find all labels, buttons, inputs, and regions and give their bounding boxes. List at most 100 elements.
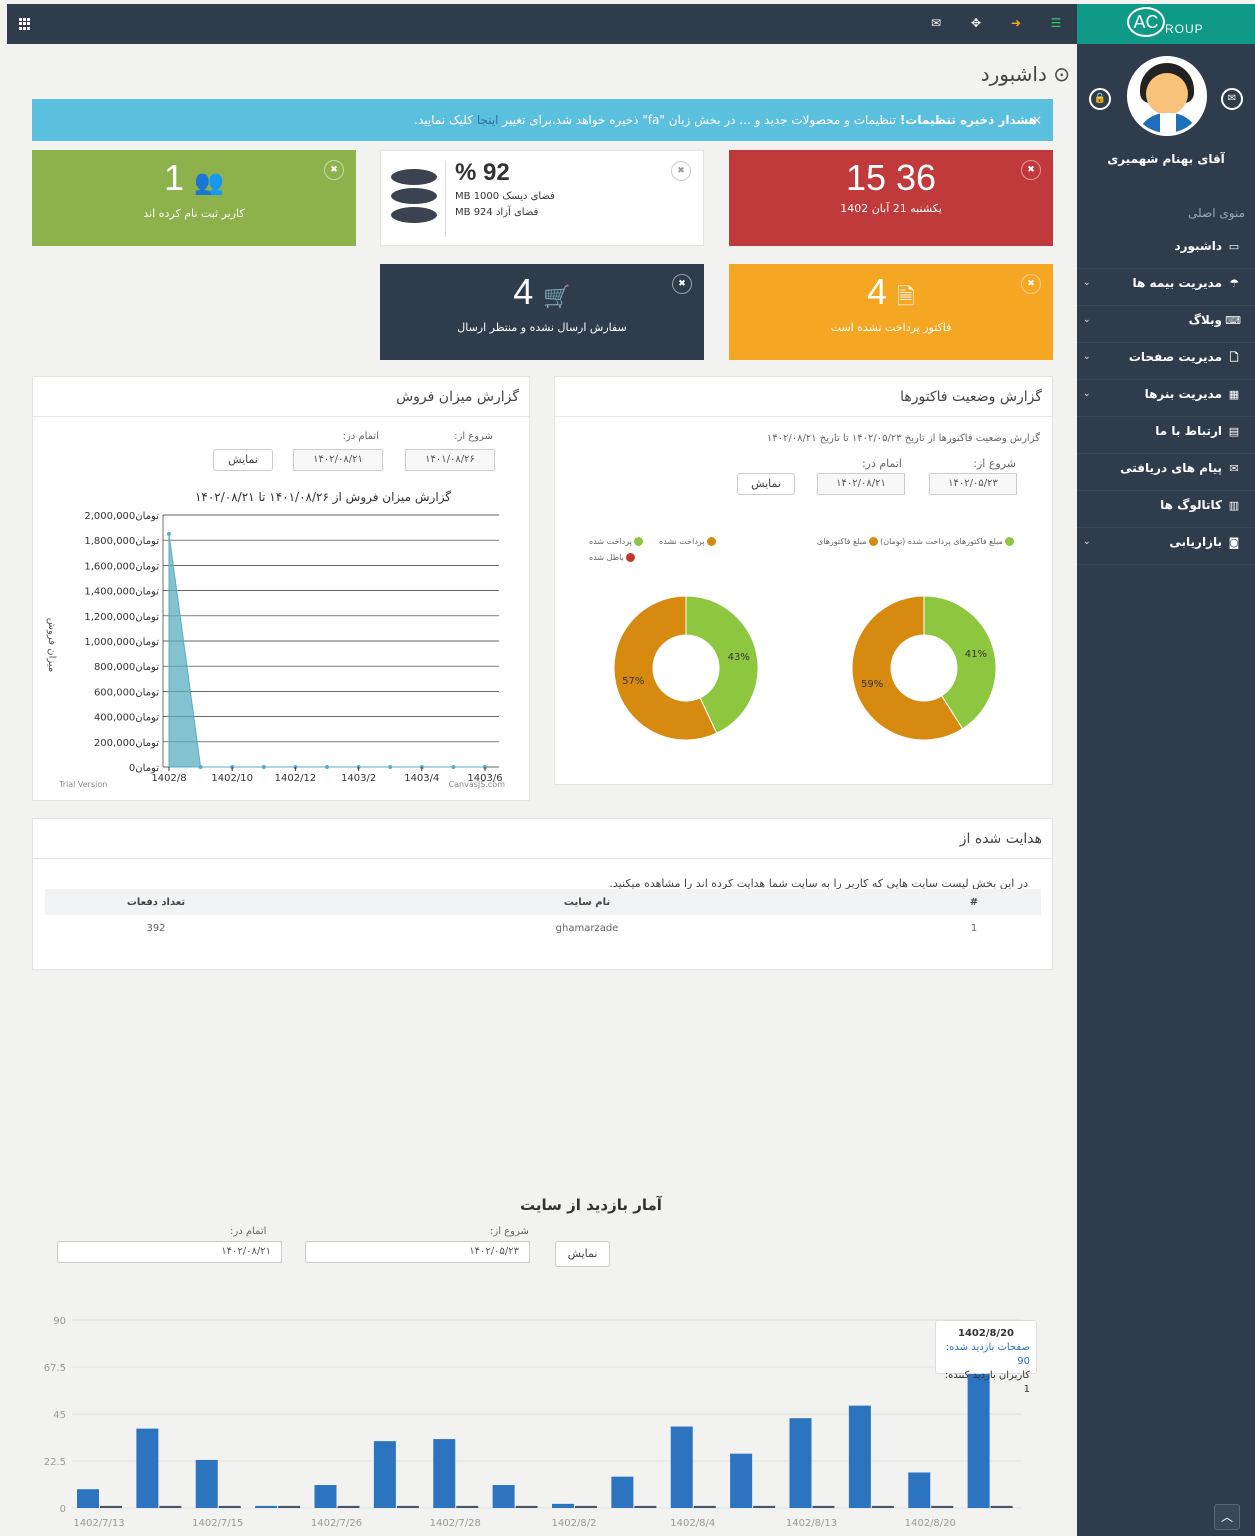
- table-cell: ghamarzade: [555, 922, 619, 934]
- data-point[interactable]: [261, 765, 266, 769]
- to-label: اتمام در:: [861, 457, 902, 470]
- y-tick-label: تومان600,000: [94, 687, 159, 698]
- bar[interactable]: [611, 1476, 634, 1508]
- bar[interactable]: [195, 1459, 218, 1508]
- data-point[interactable]: [198, 765, 203, 769]
- bar[interactable]: [396, 1505, 419, 1508]
- bar[interactable]: [693, 1505, 716, 1508]
- chart-title: گزارش میزان فروش از ۱۴۰۱/۰۸/۲۶ تا ۱۴۰۲/۰…: [195, 490, 451, 505]
- top-icon-group: ✉ ✥ ➜ ☰: [929, 16, 1063, 30]
- sidebar-item-contact[interactable]: ▤ ارتباط با ما: [1077, 417, 1255, 454]
- column-header: نام سایت: [267, 889, 907, 915]
- brand-logo[interactable]: AC ROUP: [1077, 4, 1255, 44]
- bar[interactable]: [634, 1505, 657, 1508]
- sidebar-item-marketing[interactable]: ◙ بازاریابی ⌄: [1077, 528, 1255, 565]
- to-label: اتمام در:: [230, 1226, 267, 1237]
- to-date-input[interactable]: ۱۴۰۲/۰۸/۲۱: [817, 473, 905, 495]
- y-tick-label: تومان1,800,000: [84, 536, 159, 547]
- slice-label: 59%: [861, 679, 883, 690]
- crosshair-icon[interactable]: ✥: [969, 16, 983, 30]
- close-icon[interactable]: ✖: [672, 274, 692, 294]
- data-point[interactable]: [388, 765, 393, 769]
- list-icon[interactable]: ☰: [1049, 16, 1063, 30]
- tile-date: یکشنبه 21 آبان 1402: [840, 202, 942, 215]
- invoices-tile: ✖ 4 🗎 فاکتور پرداخت نشده است: [729, 264, 1053, 360]
- page-title: ⊙ داشبورد: [981, 62, 1070, 86]
- close-icon[interactable]: ×: [1032, 99, 1042, 141]
- invoices-label: فاکتور پرداخت نشده است: [830, 321, 952, 334]
- apps-grid-icon[interactable]: [19, 18, 31, 30]
- bar[interactable]: [670, 1426, 693, 1508]
- bar[interactable]: [848, 1405, 871, 1508]
- sidebar-item-insurance[interactable]: ☂ مدیریت بیمه ها ⌄: [1077, 269, 1255, 306]
- bar[interactable]: [730, 1453, 753, 1508]
- scroll-top-button[interactable]: ︿: [1214, 1504, 1240, 1530]
- bar[interactable]: [314, 1485, 337, 1508]
- alert-tail: کلیک نمایید.: [414, 113, 477, 127]
- bar[interactable]: [871, 1505, 894, 1508]
- bar[interactable]: [515, 1505, 538, 1508]
- to-date-input[interactable]: ۱۴۰۲/۰۸/۲۱: [57, 1241, 282, 1263]
- show-button[interactable]: نمایش: [213, 449, 273, 471]
- legend-left: پرداخت نشده: [659, 537, 716, 546]
- bar[interactable]: [278, 1505, 301, 1508]
- bar[interactable]: [931, 1505, 954, 1508]
- alert-link[interactable]: اینجا: [477, 113, 499, 127]
- show-button[interactable]: نمایش: [555, 1241, 610, 1267]
- x-tick-label: 1402/7/26: [311, 1518, 362, 1529]
- bar[interactable]: [136, 1428, 159, 1508]
- envelope-icon[interactable]: ✉: [929, 16, 943, 30]
- lock-icon[interactable]: 🔒: [1089, 88, 1111, 110]
- close-icon[interactable]: ✖: [671, 161, 691, 181]
- bar[interactable]: [373, 1441, 396, 1508]
- logout-icon[interactable]: ➜: [1009, 16, 1023, 30]
- legend-left: باطل شده: [589, 553, 635, 562]
- close-icon[interactable]: ✖: [324, 160, 344, 180]
- sidebar-item-messages[interactable]: ✉ پیام های دریافتی: [1077, 454, 1255, 491]
- bar[interactable]: [753, 1505, 776, 1508]
- data-point[interactable]: [325, 765, 329, 769]
- canvasjs-credit[interactable]: CanvasJS.com: [449, 780, 506, 789]
- bar[interactable]: [255, 1505, 278, 1508]
- sales-panel: گزارش میزان فروش شروع از: اتمام در: ۱۴۰۱…: [32, 376, 530, 801]
- close-icon[interactable]: ✖: [1021, 274, 1041, 294]
- bar[interactable]: [337, 1505, 360, 1508]
- from-date-input[interactable]: ۱۴۰۱/۰۸/۲۶: [405, 449, 495, 471]
- close-icon[interactable]: ✖: [1021, 160, 1041, 180]
- data-point[interactable]: [167, 531, 171, 536]
- sidebar-item-blog[interactable]: ⌨وبلاگ ⌄: [1077, 306, 1255, 343]
- sidebar-item-dashboard[interactable]: ▭ داشبورد: [1077, 232, 1255, 269]
- bar[interactable]: [552, 1503, 574, 1508]
- from-date-input[interactable]: ۱۴۰۲/۰۵/۲۳: [929, 473, 1017, 495]
- to-date-input[interactable]: ۱۴۰۲/۰۸/۲۱: [293, 449, 383, 471]
- bar[interactable]: [789, 1418, 812, 1508]
- bar[interactable]: [77, 1489, 99, 1508]
- table-row: 392 ghamarzade 1: [45, 915, 1041, 941]
- alert-banner: هشدار ذخیره تنظیمات! تنظیمات و محصولات ج…: [32, 99, 1053, 141]
- visits-chart: 0 22.5 45 67.5 90 1402/7/13 1402/7/15 1402/7/26…: [44, 1316, 1022, 1529]
- file-icon: 🗋: [1229, 351, 1239, 364]
- bar[interactable]: [990, 1505, 1013, 1508]
- bar[interactable]: [218, 1505, 241, 1508]
- bar[interactable]: [492, 1485, 515, 1508]
- data-point[interactable]: [451, 765, 456, 769]
- bar[interactable]: [159, 1505, 182, 1508]
- film-icon: ▦: [1228, 388, 1240, 401]
- bar[interactable]: [575, 1505, 597, 1508]
- page-title-text: داشبورد: [980, 62, 1047, 86]
- envelope-icon[interactable]: ✉: [1221, 88, 1243, 110]
- bar[interactable]: [908, 1472, 931, 1508]
- sidebar-item-banners[interactable]: ▦ مدیریت بنرها ⌄: [1077, 380, 1255, 417]
- show-button[interactable]: نمایش: [737, 473, 795, 495]
- sidebar-item-pages[interactable]: 🗋 مدیریت صفحات ⌄: [1077, 343, 1255, 380]
- bar[interactable]: [100, 1505, 122, 1508]
- sidebar-item-catalogs[interactable]: ▥ کاتالوگ ها: [1077, 491, 1255, 528]
- bar[interactable]: [812, 1505, 835, 1508]
- table-cell: 392: [146, 922, 166, 934]
- from-date-input[interactable]: ۱۴۰۲/۰۵/۲۳: [305, 1241, 530, 1263]
- bar[interactable]: [433, 1439, 456, 1508]
- bar[interactable]: [456, 1505, 479, 1508]
- chevron-down-icon: ⌄: [1083, 352, 1091, 362]
- legend-text: پرداخت شده: [589, 537, 632, 546]
- y-tick-label: تومان800,000: [94, 662, 159, 673]
